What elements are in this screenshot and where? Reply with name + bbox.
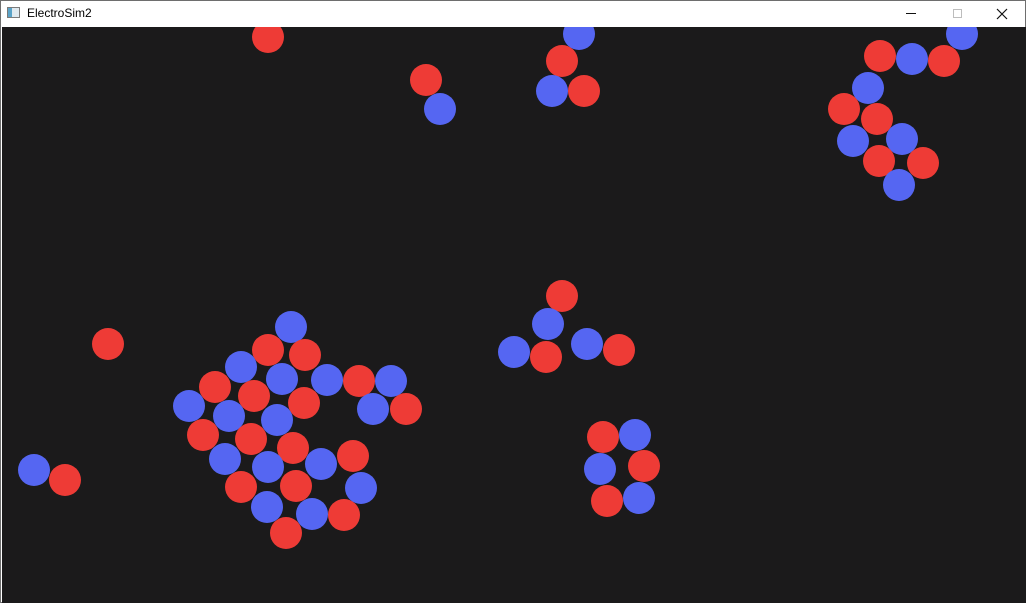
positive-particle[interactable] — [928, 45, 960, 77]
positive-particle[interactable] — [328, 499, 360, 531]
positive-particle[interactable] — [907, 147, 939, 179]
positive-particle[interactable] — [49, 464, 81, 496]
negative-particle[interactable] — [498, 336, 530, 368]
positive-particle[interactable] — [252, 27, 284, 53]
positive-particle[interactable] — [289, 339, 321, 371]
negative-particle[interactable] — [261, 404, 293, 436]
negative-particle[interactable] — [896, 43, 928, 75]
negative-particle[interactable] — [225, 351, 257, 383]
positive-particle[interactable] — [235, 423, 267, 455]
window-title: ElectroSim2 — [27, 6, 92, 20]
negative-particle[interactable] — [623, 482, 655, 514]
negative-particle[interactable] — [209, 443, 241, 475]
close-button[interactable] — [979, 1, 1025, 26]
negative-particle[interactable] — [375, 365, 407, 397]
negative-particle[interactable] — [311, 364, 343, 396]
negative-particle[interactable] — [883, 169, 915, 201]
negative-particle[interactable] — [305, 448, 337, 480]
title-bar[interactable]: ElectroSim2 — [1, 1, 1025, 26]
positive-particle[interactable] — [280, 470, 312, 502]
positive-particle[interactable] — [252, 334, 284, 366]
positive-particle[interactable] — [546, 280, 578, 312]
positive-particle[interactable] — [337, 440, 369, 472]
close-icon — [996, 8, 1008, 19]
positive-particle[interactable] — [199, 371, 231, 403]
minimize-icon — [906, 13, 916, 14]
positive-particle[interactable] — [390, 393, 422, 425]
negative-particle[interactable] — [357, 393, 389, 425]
positive-particle[interactable] — [828, 93, 860, 125]
negative-particle[interactable] — [18, 454, 50, 486]
minimize-button[interactable] — [888, 1, 934, 26]
negative-particle[interactable] — [296, 498, 328, 530]
positive-particle[interactable] — [270, 517, 302, 549]
negative-particle[interactable] — [252, 451, 284, 483]
negative-particle[interactable] — [584, 453, 616, 485]
negative-particle[interactable] — [173, 390, 205, 422]
positive-particle[interactable] — [410, 64, 442, 96]
positive-particle[interactable] — [864, 40, 896, 72]
positive-particle[interactable] — [530, 341, 562, 373]
maximize-button[interactable] — [934, 1, 980, 26]
positive-particle[interactable] — [587, 421, 619, 453]
app-window-icon[interactable] — [7, 7, 20, 18]
negative-particle[interactable] — [532, 308, 564, 340]
positive-particle[interactable] — [628, 450, 660, 482]
positive-particle[interactable] — [546, 45, 578, 77]
maximize-icon — [952, 9, 962, 18]
positive-particle[interactable] — [288, 387, 320, 419]
negative-particle[interactable] — [536, 75, 568, 107]
negative-particle[interactable] — [619, 419, 651, 451]
positive-particle[interactable] — [92, 328, 124, 360]
positive-particle[interactable] — [591, 485, 623, 517]
simulation-canvas[interactable] — [2, 27, 1026, 603]
negative-particle[interactable] — [571, 328, 603, 360]
app-window: ElectroSim2 — [0, 0, 1026, 603]
positive-particle[interactable] — [603, 334, 635, 366]
negative-particle[interactable] — [424, 93, 456, 125]
positive-particle[interactable] — [568, 75, 600, 107]
